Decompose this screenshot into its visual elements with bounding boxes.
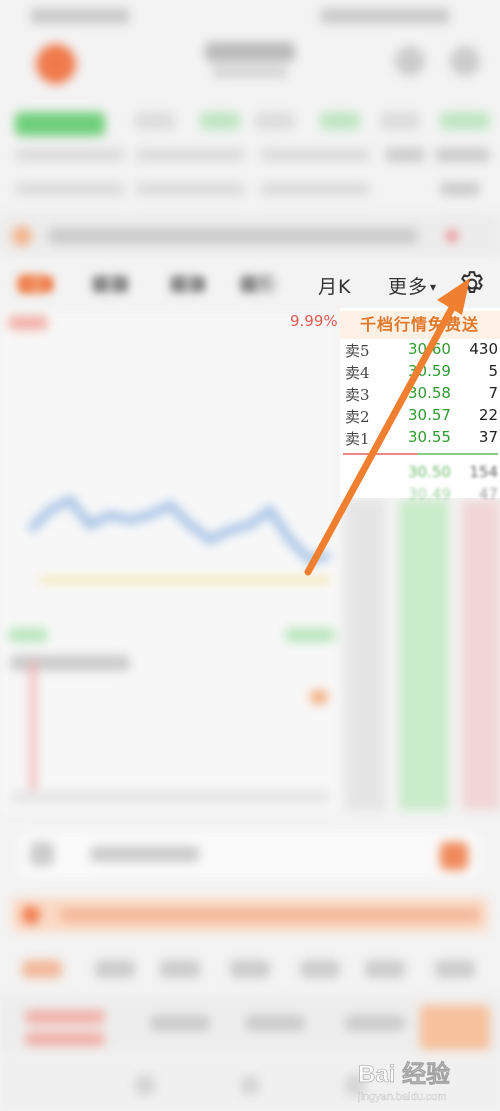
annotation-arrow <box>304 278 470 576</box>
watermark-text: Bai 经验 <box>358 1060 450 1088</box>
baidu-jingyan-watermark: Bai 经验 jingyan.baidu.com <box>358 1060 450 1103</box>
watermark-subtext: jingyan.baidu.com <box>358 1091 447 1103</box>
